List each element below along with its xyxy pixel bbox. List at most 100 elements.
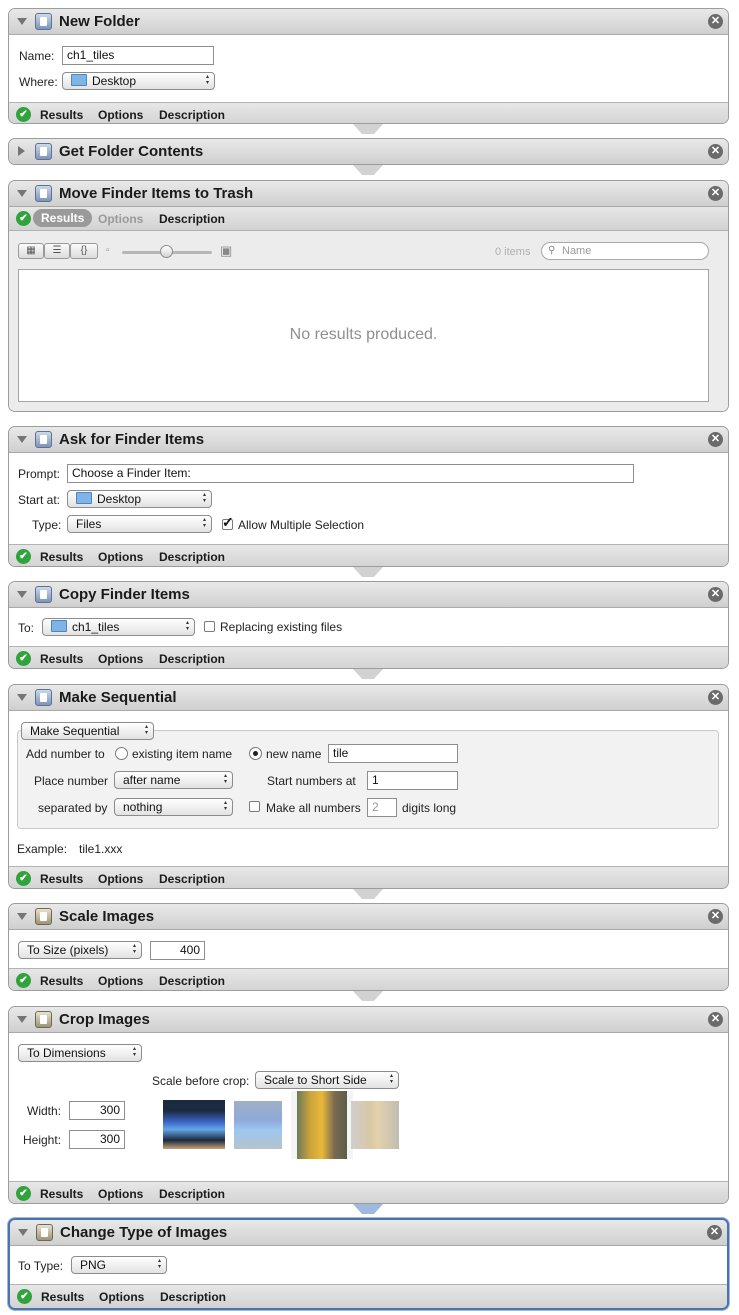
description-tab[interactable]: Description: [159, 872, 225, 886]
action-ask-for-finder-items[interactable]: Ask for Finder Items ✕ Prompt: Choose a …: [8, 426, 729, 567]
slider-knob[interactable]: [160, 245, 173, 258]
action-crop-images[interactable]: Crop Images ✕ To Dimensions Scale before…: [8, 1006, 729, 1204]
place-number-label: Place number: [34, 774, 109, 788]
close-icon[interactable]: ✕: [708, 587, 723, 602]
make-all-numbers-checkbox[interactable]: [249, 801, 260, 812]
disclosure-triangle-icon[interactable]: [17, 913, 27, 920]
results-tab[interactable]: Results: [40, 550, 83, 564]
results-tab[interactable]: Results: [40, 872, 83, 886]
digits-input[interactable]: 2: [367, 798, 397, 817]
checkmark-icon: ✔: [16, 651, 31, 666]
width-label: Width:: [27, 1104, 62, 1118]
options-tab[interactable]: Options: [98, 550, 143, 564]
where-popup[interactable]: Desktop: [62, 72, 215, 90]
to-type-popup[interactable]: PNG: [71, 1256, 167, 1274]
disclosure-triangle-icon[interactable]: [17, 436, 27, 443]
existing-name-radio[interactable]: [115, 747, 128, 760]
close-icon[interactable]: ✕: [708, 1012, 723, 1027]
options-tab[interactable]: Options: [98, 212, 143, 226]
scale-before-popup[interactable]: Scale to Short Side: [255, 1071, 399, 1089]
disclosure-triangle-icon[interactable]: [18, 146, 25, 156]
shark-original-thumbnail: [161, 1098, 227, 1151]
results-tab[interactable]: Results: [41, 1290, 84, 1304]
options-tab[interactable]: Options: [98, 1187, 143, 1201]
disclosure-triangle-icon[interactable]: [17, 18, 27, 25]
action-scale-images[interactable]: Scale Images ✕ To Size (pixels) 400 ✔ Re…: [8, 903, 729, 991]
action-header[interactable]: Get Folder Contents ✕: [9, 139, 728, 164]
close-icon[interactable]: ✕: [708, 14, 723, 29]
results-tab-selected[interactable]: Results: [33, 209, 93, 227]
action-header[interactable]: Make Sequential ✕: [9, 685, 728, 711]
disclosure-triangle-icon[interactable]: [17, 694, 27, 701]
results-tab[interactable]: Results: [40, 108, 83, 122]
new-name-radio[interactable]: [249, 747, 262, 760]
close-icon[interactable]: ✕: [707, 1225, 722, 1240]
search-input[interactable]: Name: [541, 242, 709, 260]
checkmark-icon: ✔: [16, 1186, 31, 1201]
results-tab[interactable]: Results: [40, 974, 83, 988]
width-input[interactable]: 300: [69, 1101, 125, 1120]
place-number-popup[interactable]: after name: [114, 771, 233, 789]
scale-mode-popup[interactable]: To Size (pixels): [18, 941, 142, 959]
disclosure-triangle-icon[interactable]: [17, 591, 27, 598]
action-header[interactable]: Scale Images ✕: [9, 904, 728, 930]
icon-view-button[interactable]: ▦: [18, 243, 44, 259]
disclosure-triangle-icon[interactable]: [17, 190, 27, 197]
description-tab[interactable]: Description: [159, 108, 225, 122]
type-popup[interactable]: Files: [67, 515, 212, 533]
options-tab[interactable]: Options: [98, 872, 143, 886]
close-icon[interactable]: ✕: [708, 432, 723, 447]
preview-action-icon: [35, 908, 52, 925]
description-tab[interactable]: Description: [159, 1187, 225, 1201]
start-at-popup[interactable]: Desktop: [67, 490, 212, 508]
list-view-button[interactable]: ☰: [44, 243, 70, 259]
close-icon[interactable]: ✕: [708, 690, 723, 705]
action-copy-finder-items[interactable]: Copy Finder Items ✕ To: ch1_tiles Replac…: [8, 581, 729, 669]
crop-mode-popup[interactable]: To Dimensions: [18, 1044, 142, 1062]
action-header[interactable]: New Folder ✕: [9, 9, 728, 35]
action-make-sequential[interactable]: Make Sequential ✕ Make Sequential Add nu…: [8, 684, 729, 889]
replacing-checkbox[interactable]: [204, 621, 215, 632]
height-input[interactable]: 300: [69, 1130, 125, 1149]
options-tab[interactable]: Options: [98, 652, 143, 666]
height-label: Height:: [23, 1133, 62, 1147]
mode-popup[interactable]: Make Sequential: [21, 722, 154, 740]
separator-popup[interactable]: nothing: [114, 798, 233, 816]
action-header[interactable]: Ask for Finder Items ✕: [9, 427, 728, 453]
action-header[interactable]: Change Type of Images ✕: [10, 1220, 727, 1246]
folder-name-input[interactable]: ch1_tiles: [62, 46, 214, 65]
action-move-to-trash[interactable]: Move Finder Items to Trash ✕ ✔ Results O…: [8, 180, 729, 412]
close-icon[interactable]: ✕: [708, 144, 723, 159]
description-tab[interactable]: Description: [159, 652, 225, 666]
scale-size-input[interactable]: 400: [150, 941, 205, 960]
code-view-button[interactable]: {}: [70, 243, 98, 259]
description-tab[interactable]: Description: [159, 212, 225, 226]
action-header[interactable]: Copy Finder Items ✕: [9, 582, 728, 608]
to-popup[interactable]: ch1_tiles: [42, 618, 195, 636]
action-get-folder-contents[interactable]: Get Folder Contents ✕: [8, 138, 729, 165]
action-header[interactable]: Crop Images ✕: [9, 1007, 728, 1033]
options-tab[interactable]: Options: [98, 108, 143, 122]
description-tab[interactable]: Description: [159, 550, 225, 564]
new-name-input[interactable]: tile: [328, 744, 458, 763]
action-header[interactable]: Move Finder Items to Trash ✕: [9, 181, 728, 207]
action-change-type-of-images[interactable]: Change Type of Images ✕ To Type: PNG ✔ R…: [8, 1218, 729, 1310]
action-new-folder[interactable]: New Folder ✕ Name: ch1_tiles Where: Desk…: [8, 8, 729, 124]
action-title: Crop Images: [59, 1011, 150, 1028]
options-tab[interactable]: Options: [98, 974, 143, 988]
where-label: Where:: [19, 75, 58, 89]
to-type-label: To Type:: [18, 1259, 64, 1273]
disclosure-triangle-icon[interactable]: [17, 1016, 27, 1023]
prompt-input[interactable]: Choose a Finder Item:: [67, 464, 634, 483]
options-tab[interactable]: Options: [99, 1290, 144, 1304]
action-footer: ✔ Results Options Description: [9, 866, 728, 888]
action-title: Copy Finder Items: [59, 586, 190, 603]
disclosure-triangle-icon[interactable]: [18, 1229, 28, 1236]
description-tab[interactable]: Description: [160, 1290, 226, 1304]
start-number-input[interactable]: 1: [367, 771, 458, 790]
close-icon[interactable]: ✕: [708, 186, 723, 201]
close-icon[interactable]: ✕: [708, 909, 723, 924]
results-tab[interactable]: Results: [40, 1187, 83, 1201]
description-tab[interactable]: Description: [159, 974, 225, 988]
results-tab[interactable]: Results: [40, 652, 83, 666]
